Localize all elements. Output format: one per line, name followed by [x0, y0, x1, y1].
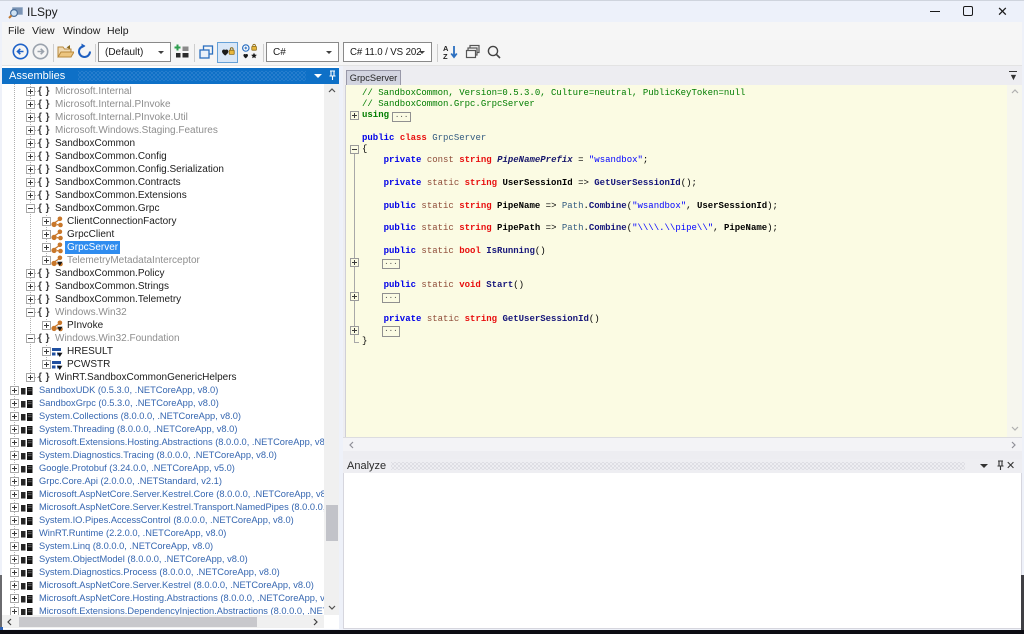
svg-text:Z: Z — [443, 52, 448, 61]
